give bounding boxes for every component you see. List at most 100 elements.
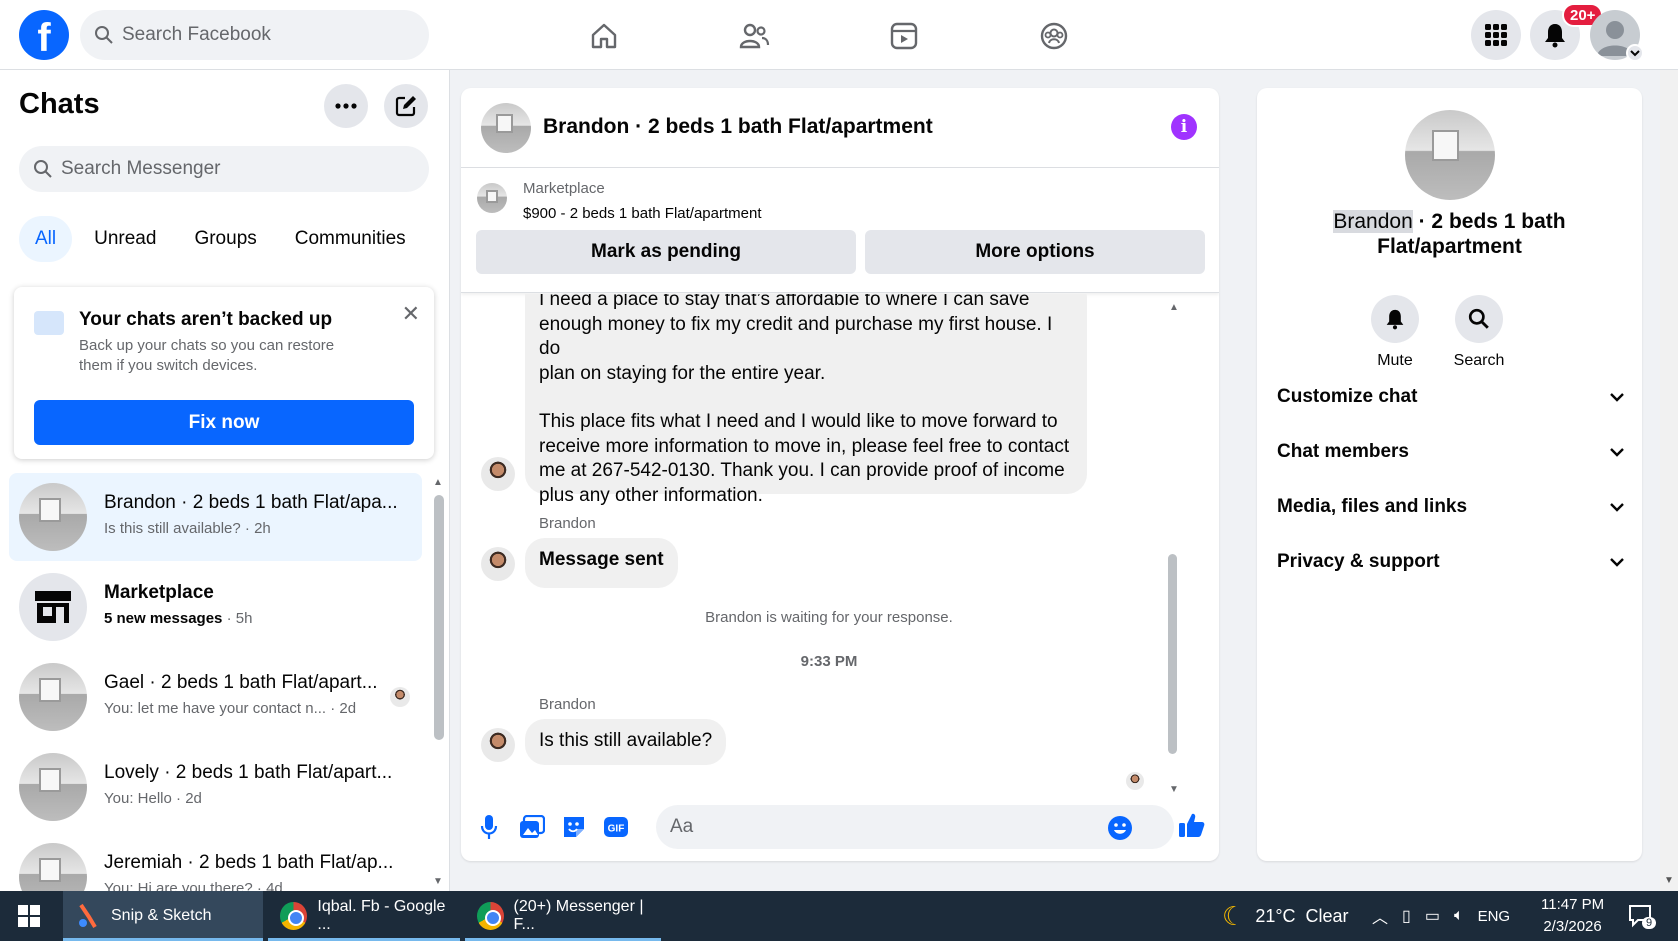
like-thumbs-up-icon[interactable] (1178, 811, 1206, 839)
messenger-search-input[interactable]: Search Messenger (19, 146, 429, 192)
bell-icon[interactable] (1371, 295, 1419, 343)
conversation-snippet: Is this still available? · 2h (104, 520, 271, 537)
search-icon[interactable] (1455, 295, 1503, 343)
network-icon[interactable]: ▭ (1425, 906, 1440, 926)
chat-header: Brandon · 2 beds 1 bath Flat/apartment i (461, 88, 1219, 168)
sticker-icon[interactable] (560, 813, 588, 841)
privacy-support-section[interactable]: Privacy & support (1277, 542, 1625, 582)
video-icon[interactable] (885, 17, 923, 55)
message-line: This place fits what I need and I would … (539, 411, 1058, 432)
svg-text:GIF: GIF (608, 824, 625, 835)
conversation-avatar (19, 753, 87, 821)
backup-description: Back up your chats so you can restore th… (79, 337, 335, 374)
clock[interactable]: 11:47 PM 2/3/2026 (1541, 891, 1604, 941)
chat-title[interactable]: Brandon · 2 beds 1 bath Flat/apartment (543, 115, 933, 139)
home-icon[interactable] (585, 17, 623, 55)
conversation-item[interactable]: Lovely · 2 beds 1 bath Flat/apart... You… (9, 743, 422, 831)
conversation-snippet: You: Hello · 2d (104, 790, 202, 807)
scroll-up-arrow-icon[interactable]: ▲ (433, 477, 443, 488)
gif-icon[interactable]: GIF (602, 813, 630, 841)
scroll-down-arrow-icon[interactable]: ▼ (433, 876, 443, 887)
facebook-logo[interactable]: f (19, 10, 69, 60)
sidebar-scrollbar[interactable] (434, 495, 444, 740)
scroll-down-arrow-icon[interactable]: ▼ (1664, 875, 1674, 886)
microphone-icon[interactable] (475, 813, 503, 841)
customize-chat-section[interactable]: Customize chat (1277, 377, 1625, 417)
scroll-up-arrow-icon[interactable]: ▲ (1169, 302, 1179, 313)
photo-icon[interactable] (518, 813, 546, 841)
conversation-details-panel: Brandon · 2 beds 1 bath Flat/apartment M… (1257, 88, 1642, 861)
mark-as-pending-button[interactable]: Mark as pending (476, 230, 856, 274)
more-options-icon[interactable] (324, 84, 368, 128)
chat-members-section[interactable]: Chat members (1277, 432, 1625, 472)
tab-unread[interactable]: Unread (78, 216, 172, 262)
conversation-avatar (19, 663, 87, 731)
search-action[interactable]: Search (1439, 295, 1519, 370)
more-options-button[interactable]: More options (865, 230, 1205, 274)
windows-start-icon[interactable] (0, 891, 58, 941)
sender-avatar[interactable] (481, 457, 515, 491)
chevron-down-icon (1610, 558, 1624, 567)
message-timestamp: 9:33 PM (800, 653, 858, 670)
conversation-item[interactable]: Gael · 2 beds 1 bath Flat/apart... You: … (9, 653, 422, 741)
chevron-down-icon (1610, 503, 1624, 512)
facebook-search-placeholder: Search Facebook (122, 24, 271, 45)
message-list: I need a place to stay that’s affordable… (461, 294, 1219, 798)
conversation-item[interactable]: Jeremiah · 2 beds 1 bath Flat/ap... You:… (9, 833, 422, 891)
sender-name: Brandon (539, 696, 596, 713)
groups-icon[interactable] (1035, 17, 1073, 55)
taskbar-app-chrome-1[interactable]: Iqbal. Fb - Google ... (268, 891, 460, 941)
conversation-name: Brandon · 2 beds 1 bath Flat/apa... (104, 492, 398, 513)
page-scrollbar[interactable]: ▼ (1660, 70, 1678, 891)
menu-grid-icon[interactable] (1471, 10, 1521, 60)
messages-scrollbar[interactable] (1168, 554, 1177, 754)
message-line: I need a place to stay that’s affordable… (539, 294, 1030, 310)
media-files-links-section[interactable]: Media, files and links (1277, 487, 1625, 527)
notification-center-icon[interactable]: 9 (1628, 891, 1657, 941)
sender-avatar[interactable] (481, 547, 515, 581)
facebook-search-input[interactable]: Search Facebook (80, 10, 429, 60)
device-icon[interactable]: ▯ (1402, 906, 1411, 926)
friends-icon[interactable] (735, 17, 773, 55)
conversation-name: Jeremiah · 2 beds 1 bath Flat/ap... (104, 852, 394, 873)
taskbar-app-snip-sketch[interactable]: Snip & Sketch (63, 891, 263, 941)
chevron-up-icon[interactable]: ︿ (1372, 904, 1388, 928)
weather-widget[interactable]: ☾ 21°C Clear (1222, 891, 1349, 941)
volume-icon[interactable]: 🔈︎ (1454, 907, 1464, 925)
chats-title: Chats (19, 88, 100, 120)
top-navigation-bar: f Search Facebook 20+ (0, 0, 1678, 70)
emoji-icon[interactable] (1106, 814, 1134, 842)
conversation-snippet: You: let me have your contact n... · 2d (104, 700, 357, 717)
backup-chat-icon (34, 311, 64, 335)
listing-detail[interactable]: $900 - 2 beds 1 bath Flat/apartment (523, 205, 761, 222)
taskbar-app-chrome-2[interactable]: (20+) Messenger | F... (465, 891, 661, 941)
chat-filter-tabs: All Unread Groups Communities (19, 216, 422, 262)
account-chevron-icon[interactable] (1626, 44, 1644, 62)
profile-avatar[interactable] (1405, 110, 1495, 200)
fix-now-button[interactable]: Fix now (34, 400, 414, 445)
message-input[interactable]: Aa (656, 805, 1174, 849)
chats-sidebar: Chats Search Messenger All Unread Groups… (0, 70, 450, 891)
new-message-icon[interactable] (384, 84, 428, 128)
read-receipt-avatar (390, 687, 410, 707)
sender-avatar[interactable] (481, 728, 515, 762)
conversation-item[interactable]: Brandon · 2 beds 1 bath Flat/apa... Is t… (9, 473, 422, 561)
chevron-down-icon (1610, 448, 1624, 457)
sender-name: Brandon (539, 515, 596, 532)
moon-icon: ☾ (1222, 900, 1246, 931)
tab-all[interactable]: All (19, 216, 73, 262)
tab-groups[interactable]: Groups (178, 216, 272, 262)
conversation-avatar (19, 843, 87, 891)
language-indicator[interactable]: ENG (1478, 908, 1511, 925)
info-icon[interactable]: i (1171, 114, 1197, 140)
conversation-item[interactable]: Marketplace 5 new messages · 5h (9, 563, 422, 651)
chat-avatar[interactable] (481, 103, 531, 153)
message-line: me at 267-542-0130. Thank you. I can pro… (539, 460, 1065, 481)
message-composer: GIF Aa (461, 793, 1219, 861)
tab-communities[interactable]: Communities (279, 216, 422, 262)
mute-action[interactable]: Mute (1355, 295, 1435, 370)
close-icon[interactable]: ✕ (402, 301, 420, 327)
message-line: enough money to fix my credit and purcha… (539, 313, 1053, 360)
chat-panel: Brandon · 2 beds 1 bath Flat/apartment i… (461, 88, 1219, 861)
conversation-avatar (19, 483, 87, 551)
